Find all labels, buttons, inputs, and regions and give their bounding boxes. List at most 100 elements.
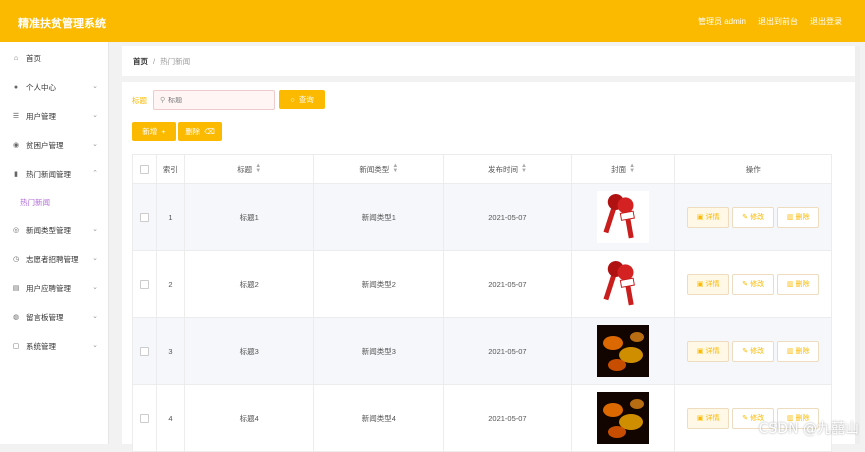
detail-button[interactable]: ▣ 详情 <box>687 273 730 295</box>
cover-microphone-image[interactable] <box>597 258 650 310</box>
cover-microphone-image[interactable] <box>597 191 650 243</box>
row-delete-button[interactable]: ▥ 删除 <box>777 340 820 362</box>
chevron-down-icon: ⌄ <box>92 226 98 233</box>
detail-icon: ▣ <box>696 281 704 288</box>
sidebar-item-news-type[interactable]: ◎ 新闻类型管理 ⌄ <box>0 220 108 240</box>
table-header: 索引 标题 ▲ ▼ 新闻类型 ▲ ▼ 发布时间 ▲ ▼ 封面 ▲ ▼ 操作 <box>132 154 832 184</box>
main-content: 首页 / 热门新闻 标题 ⚲ ○ 查询 新增 + 删除 ⌫ 索引 标题▲▼ 新闻… <box>122 46 860 452</box>
add-button[interactable]: 新增 + <box>132 122 176 141</box>
row-checkbox[interactable] <box>139 346 149 356</box>
table-row: 4 标题4 新闻类型4 2021-05-07 ▣ 详情 ✎ 修改 ▥ 删除 <box>132 385 832 452</box>
cover-fire-image[interactable] <box>597 325 650 377</box>
sidebar-item-label: 热门新闻管理 <box>26 169 71 179</box>
header-title[interactable]: 标题 ▲ ▼ <box>185 155 315 183</box>
home-icon: ⌂ <box>13 54 19 62</box>
sidebar-item-user-apply[interactable]: ▤ 用户应聘管理 ⌄ <box>0 278 108 298</box>
search-input[interactable] <box>165 96 259 104</box>
row-news-type: 新闻类型4 <box>314 385 445 451</box>
row-title: 标题1 <box>185 184 315 250</box>
breadcrumb-home[interactable]: 首页 <box>133 56 148 67</box>
chevron-down-icon: ⌄ <box>92 255 98 262</box>
sidebar-item-label: 留言板管理 <box>26 312 64 322</box>
sidebar-item-system[interactable]: ▢ 系统管理 ⌄ <box>0 336 108 356</box>
sidebar-item-label: 系统管理 <box>26 341 56 351</box>
sidebar-item-home[interactable]: ⌂ 首页 <box>0 48 108 68</box>
trash-icon: ⌫ <box>204 127 215 136</box>
header-cover[interactable]: 封面 ▲ ▼ <box>572 155 676 183</box>
sidebar-item-volunteer-recruit[interactable]: ◷ 志愿者招聘管理 ⌄ <box>0 249 108 269</box>
chevron-down-icon: ⌄ <box>92 141 98 148</box>
edit-icon: ✎ <box>742 281 749 288</box>
delete-button[interactable]: 删除 ⌫ <box>178 122 222 141</box>
row-title: 标题2 <box>185 251 315 317</box>
cover-fire-image[interactable] <box>597 392 650 444</box>
chart-icon: ▮ <box>14 171 18 178</box>
watermark: CSDN @九囍山 <box>758 421 859 437</box>
row-delete-button[interactable]: ▥ 删除 <box>777 206 820 228</box>
app-title: 精准扶贫管理系统 <box>18 18 106 30</box>
sidebar-item-hot-news[interactable]: ▮ 热门新闻管理 ⌃ <box>0 164 108 184</box>
sort-icon: ▲ ▼ <box>520 163 527 174</box>
edit-button[interactable]: ✎ 修改 <box>732 340 775 362</box>
header-publish-date[interactable]: 发布时间 ▲ ▼ <box>444 155 572 183</box>
sidebar-item-label: 首页 <box>26 53 41 63</box>
row-index: 2 <box>157 251 185 317</box>
select-all-checkbox[interactable] <box>139 164 149 174</box>
row-checkbox[interactable] <box>139 413 149 423</box>
sidebar-item-user-management[interactable]: ☰ 用户管理 ⌄ <box>0 106 108 126</box>
sidebar-item-message-board[interactable]: ◍ 留言板管理 ⌄ <box>0 307 108 327</box>
admin-label: 管理员 admin <box>697 17 746 26</box>
row-delete-button[interactable]: ▥ 删除 <box>777 273 820 295</box>
chat-icon: ▢ <box>12 343 20 350</box>
detail-icon: ▣ <box>696 348 704 355</box>
location-icon: ◉ <box>12 142 20 149</box>
content-panel: 标题 ⚲ ○ 查询 新增 + 删除 ⌫ 索引 标题▲▼ 新闻类型▲▼ 发布时间▲… <box>122 82 860 452</box>
chevron-down-icon: ⌄ <box>92 83 98 90</box>
sidebar-item-label: 贫困户管理 <box>26 140 64 150</box>
sidebar-item-label: 新闻类型管理 <box>26 225 71 235</box>
row-index: 3 <box>157 318 185 384</box>
row-checkbox[interactable] <box>139 212 149 222</box>
row-actions: ▣ 详情 ✎ 修改 ▥ 删除 <box>687 340 820 362</box>
row-publish-date: 2021-05-07 <box>444 385 572 451</box>
chevron-down-icon: ⌄ <box>92 342 98 349</box>
sort-icon: ▲ ▼ <box>629 163 636 174</box>
detail-button[interactable]: ▣ 详情 <box>687 340 730 362</box>
table-row: 1 标题1 新闻类型1 2021-05-07 ▣ 详情 ✎ 修改 ▥ 删除 <box>132 184 832 251</box>
scrollbar[interactable] <box>855 46 860 444</box>
logout-link[interactable]: 退出登录 <box>810 16 842 27</box>
edit-icon: ✎ <box>742 348 749 355</box>
row-publish-date: 2021-05-07 <box>444 318 572 384</box>
query-button[interactable]: ○ 查询 <box>279 90 325 109</box>
chevron-up-icon: ⌃ <box>92 170 98 177</box>
row-news-type: 新闻类型2 <box>314 251 445 317</box>
user-icon: ● <box>13 83 19 91</box>
edit-button[interactable]: ✎ 修改 <box>732 273 775 295</box>
row-actions: ▣ 详情 ✎ 修改 ▥ 删除 <box>687 206 820 228</box>
sort-icon: ▲ ▼ <box>255 163 262 174</box>
sidebar-item-label: 个人中心 <box>26 82 56 92</box>
detail-button[interactable]: ▣ 详情 <box>687 407 730 429</box>
sidebar-item-personal-center[interactable]: ● 个人中心 ⌄ <box>0 77 108 97</box>
row-checkbox[interactable] <box>139 279 149 289</box>
chevron-down-icon: ⌄ <box>92 112 98 119</box>
sidebar: ⌂ 首页 ● 个人中心 ⌄ ☰ 用户管理 ⌄ ◉ 贫困户管理 ⌄ ▮ 热门新闻管… <box>0 42 109 444</box>
topbar-actions: 管理员 admin 退出到前台 退出登录 <box>698 16 842 27</box>
row-publish-date: 2021-05-07 <box>444 184 572 250</box>
header-news-type[interactable]: 新闻类型 ▲ ▼ <box>314 155 445 183</box>
back-to-front-link[interactable]: 退出到前台 <box>758 16 798 27</box>
sidebar-item-label: 用户应聘管理 <box>26 283 71 293</box>
row-title: 标题3 <box>185 318 315 384</box>
sidebar-item-poor-household[interactable]: ◉ 贫困户管理 ⌄ <box>0 135 108 155</box>
breadcrumb: 首页 / 热门新闻 <box>122 46 860 76</box>
sidebar-subitem-hot-news[interactable]: 热门新闻 <box>20 197 50 208</box>
edit-icon: ✎ <box>742 415 749 422</box>
trash-icon: ▥ <box>786 348 794 355</box>
edit-button[interactable]: ✎ 修改 <box>732 206 775 228</box>
header-operations: 操作 <box>745 164 761 174</box>
table-row: 3 标题3 新闻类型3 2021-05-07 ▣ 详情 ✎ 修改 ▥ 删除 <box>132 318 832 385</box>
clock-icon: ◷ <box>12 256 20 263</box>
sidebar-item-label: 用户管理 <box>26 111 56 121</box>
detail-button[interactable]: ▣ 详情 <box>687 206 730 228</box>
news-table: 索引 标题 ▲ ▼ 新闻类型 ▲ ▼ 发布时间 ▲ ▼ 封面 ▲ ▼ 操作 1 标题1 新闻类型… <box>132 154 832 452</box>
